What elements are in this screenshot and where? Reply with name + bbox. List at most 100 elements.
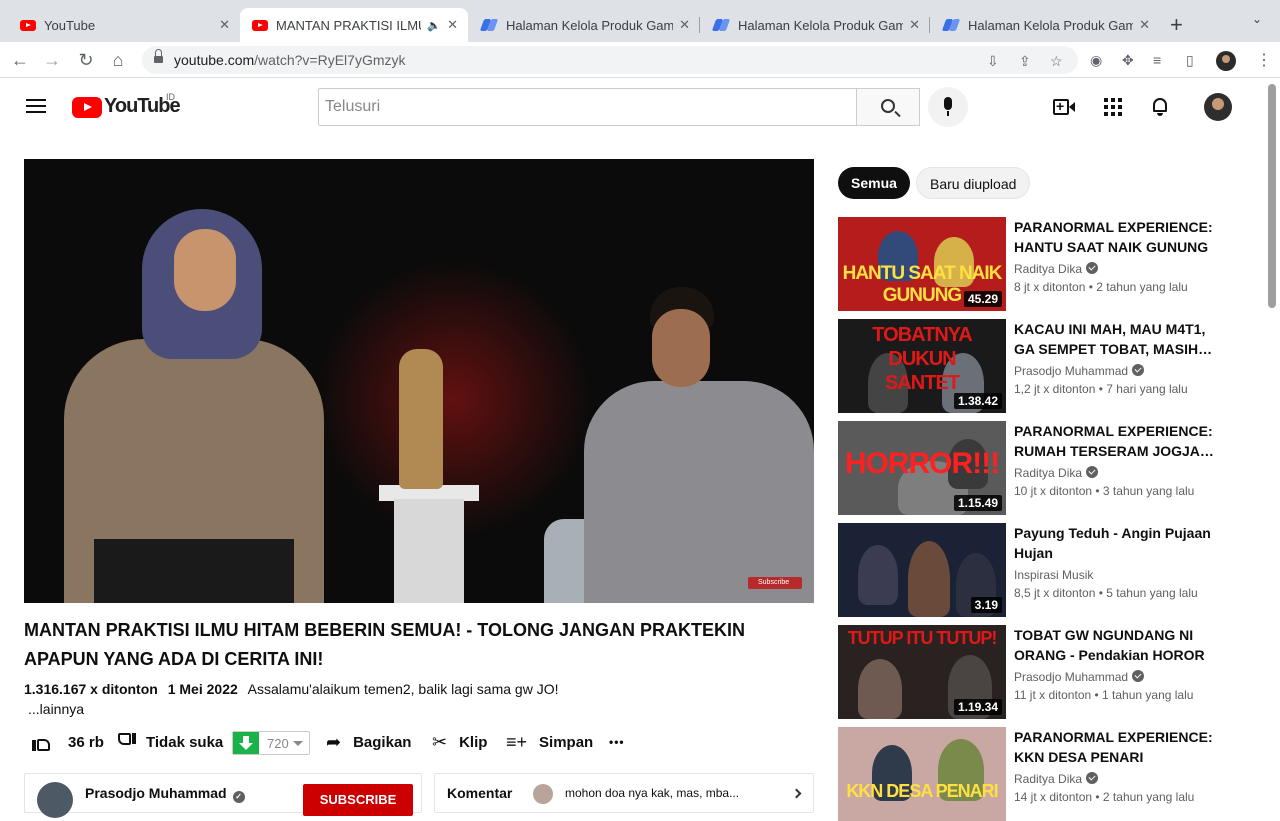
- video-player[interactable]: Subscribe: [24, 159, 814, 603]
- audio-playing-icon[interactable]: 🔈: [427, 19, 441, 32]
- recommendation-item[interactable]: TOBATNYA DUKUN SANTET 1.38.42 KACAU INI …: [838, 319, 1218, 413]
- video-meta[interactable]: 1.316.167 x ditonton 1 Mei 2022 Assalamu…: [24, 681, 558, 697]
- recommendation-item[interactable]: HANTU SAAT NAIK GUNUNG 45.29 PARANORMAL …: [838, 217, 1218, 311]
- channel-name-row[interactable]: Raditya Dika: [1014, 466, 1099, 480]
- save-button[interactable]: ≡+ Simpan: [506, 729, 593, 755]
- video-thumbnail[interactable]: TOBATNYA DUKUN SANTET 1.38.42: [838, 319, 1006, 413]
- clip-button[interactable]: ✂ Klip: [432, 729, 487, 755]
- video-title[interactable]: KACAU INI MAH, MAU M4T1, GA SEMPET TOBAT…: [1014, 319, 1218, 359]
- dislike-button[interactable]: Tidak suka: [118, 729, 223, 755]
- chip-recently-uploaded[interactable]: Baru diupload: [916, 167, 1031, 199]
- chip-all[interactable]: Semua: [838, 167, 910, 199]
- video-thumbnail[interactable]: KKN DESA PENARI: [838, 727, 1006, 821]
- channel-name-row[interactable]: Raditya Dika: [1014, 772, 1099, 786]
- video-title[interactable]: TOBAT GW NGUNDANG NI ORANG - Pendakian H…: [1014, 625, 1218, 665]
- youtube-logo-icon[interactable]: [72, 97, 102, 118]
- tab-close-icon[interactable]: ✕: [447, 17, 458, 33]
- search-button[interactable]: [856, 88, 920, 126]
- new-tab-plus-icon[interactable]: +: [1170, 12, 1183, 38]
- browser-tab-workspace-3[interactable]: Halaman Kelola Produk Game ✕: [930, 8, 1160, 42]
- download-arrow-icon[interactable]: [233, 732, 259, 754]
- thumbs-up-icon: [32, 733, 50, 751]
- channel-name-row[interactable]: Prasodjo Muhammad: [1014, 364, 1145, 378]
- quality-dropdown-icon[interactable]: [292, 740, 303, 746]
- media-controls-icon[interactable]: ≡: [1153, 52, 1161, 68]
- subscribe-watermark[interactable]: Subscribe: [748, 577, 802, 589]
- video-title[interactable]: PARANORMAL EXPERIENCE: KKN DESA PENARI: [1014, 727, 1218, 767]
- recommendation-item[interactable]: 3.19 Payung Teduh - Angin Pujaan Hujan I…: [838, 523, 1218, 617]
- tab-close-icon[interactable]: ✕: [679, 17, 690, 33]
- show-more-link[interactable]: ...lainnya: [28, 701, 84, 717]
- video-thumbnail[interactable]: 3.19: [838, 523, 1006, 617]
- channel-name[interactable]: Prasodjo Muhammad: [1014, 364, 1128, 378]
- channel-name[interactable]: Prasodjo Muhammad: [85, 785, 227, 801]
- bookmark-star-icon[interactable]: ☆: [1050, 53, 1063, 70]
- browser-tab-video[interactable]: MANTAN PRAKTISI ILMU 🔈 ✕: [240, 8, 468, 42]
- channel-name[interactable]: Raditya Dika: [1014, 466, 1082, 480]
- install-app-icon[interactable]: ⇩: [987, 53, 999, 70]
- home-icon[interactable]: ⌂: [106, 48, 130, 72]
- tab-close-icon[interactable]: ✕: [909, 17, 920, 33]
- video-title[interactable]: PARANORMAL EXPERIENCE: RUMAH TERSERAM JO…: [1014, 421, 1218, 461]
- search-box: [318, 88, 858, 126]
- url-text[interactable]: youtube.com/watch?v=RyEl7yGmzyk: [174, 52, 406, 68]
- expand-chevron-icon[interactable]: [791, 788, 802, 799]
- share-button[interactable]: ➦ Bagikan: [326, 729, 411, 755]
- camera-extension-icon[interactable]: ◉: [1090, 52, 1102, 69]
- browser-tab-youtube[interactable]: YouTube ✕: [8, 8, 240, 42]
- recommendation-item[interactable]: KKN DESA PENARI PARANORMAL EXPERIENCE: K…: [838, 727, 1218, 821]
- channel-name-row[interactable]: Raditya Dika: [1014, 262, 1099, 276]
- video-thumbnail[interactable]: HANTU SAAT NAIK GUNUNG 45.29: [838, 217, 1006, 311]
- channel-name[interactable]: Inspirasi Musik: [1014, 568, 1093, 582]
- channel-name-row[interactable]: Prasodjo Muhammad ✓: [85, 785, 245, 803]
- recommendation-item[interactable]: TUTUP ITU TUTUP! 1.19.34 TOBAT GW NGUNDA…: [838, 625, 1218, 719]
- channel-name-row[interactable]: Prasodjo Muhammad: [1014, 670, 1145, 684]
- back-arrow-icon[interactable]: ←: [8, 48, 32, 72]
- search-icon: [881, 99, 895, 113]
- search-input[interactable]: [319, 89, 857, 125]
- channel-name[interactable]: Raditya Dika: [1014, 262, 1082, 276]
- video-stats: 1,2 jt x ditonton • 7 hari yang lalu: [1014, 382, 1188, 396]
- like-button[interactable]: 36 rb: [32, 729, 104, 755]
- account-avatar[interactable]: [1204, 93, 1232, 121]
- extensions-puzzle-icon[interactable]: ✥: [1122, 52, 1134, 69]
- browser-menu-icon[interactable]: ⋮: [1256, 50, 1272, 70]
- page-scrollbar[interactable]: [1268, 84, 1276, 308]
- voice-search-button[interactable]: [928, 87, 968, 127]
- subscribe-button[interactable]: SUBSCRIBE: [303, 784, 413, 816]
- tab-close-icon[interactable]: ✕: [1139, 17, 1150, 33]
- video-thumbnail[interactable]: TUTUP ITU TUTUP! 1.19.34: [838, 625, 1006, 719]
- side-panel-icon[interactable]: ▯: [1186, 52, 1194, 69]
- comments-card[interactable]: Komentar mohon doa nya kak, mas, mba...: [434, 773, 814, 813]
- comments-label: Komentar: [447, 785, 513, 801]
- recommendation-item[interactable]: HORROR!!! 1.15.49 PARANORMAL EXPERIENCE:…: [838, 421, 1218, 515]
- browser-tab-workspace-2[interactable]: Halaman Kelola Produk Game ✕: [700, 8, 930, 42]
- create-video-icon[interactable]: +: [1053, 96, 1075, 118]
- apps-grid-icon[interactable]: [1102, 96, 1124, 118]
- tab-close-icon[interactable]: ✕: [219, 17, 230, 33]
- reload-icon[interactable]: ↻: [74, 48, 98, 72]
- share-page-icon[interactable]: ⇪: [1019, 53, 1031, 70]
- workspace-favicon-icon: [712, 19, 730, 31]
- notifications-bell-icon[interactable]: [1150, 96, 1172, 118]
- channel-name-row[interactable]: Inspirasi Musik: [1014, 568, 1093, 582]
- download-extension[interactable]: 720: [232, 731, 310, 755]
- tab-title: Halaman Kelola Produk Game: [506, 17, 674, 33]
- video-stats: 8,5 jt x ditonton • 5 tahun yang lalu: [1014, 586, 1198, 600]
- address-bar[interactable]: youtube.com/watch?v=RyEl7yGmzyk ⇩ ⇪ ☆: [142, 46, 1078, 74]
- hamburger-menu-icon[interactable]: [26, 99, 46, 113]
- browser-tab-workspace-1[interactable]: Halaman Kelola Produk Game ✕: [468, 8, 700, 42]
- lock-icon[interactable]: [154, 49, 163, 64]
- video-title[interactable]: Payung Teduh - Angin Pujaan Hujan: [1014, 523, 1218, 563]
- video-thumbnail[interactable]: HORROR!!! 1.15.49: [838, 421, 1006, 515]
- playlist-add-icon: ≡+: [506, 731, 528, 752]
- download-quality[interactable]: 720: [267, 736, 289, 751]
- video-title[interactable]: PARANORMAL EXPERIENCE: HANTU SAAT NAIK G…: [1014, 217, 1218, 257]
- channel-name[interactable]: Prasodjo Muhammad: [1014, 670, 1128, 684]
- more-actions-button[interactable]: •••: [609, 729, 625, 755]
- forward-arrow-icon[interactable]: →: [40, 48, 64, 72]
- tab-search-chevron-icon[interactable]: ⌄: [1252, 12, 1262, 26]
- channel-avatar[interactable]: [37, 782, 73, 818]
- channel-name[interactable]: Raditya Dika: [1014, 772, 1082, 786]
- browser-profile-avatar[interactable]: [1216, 51, 1236, 71]
